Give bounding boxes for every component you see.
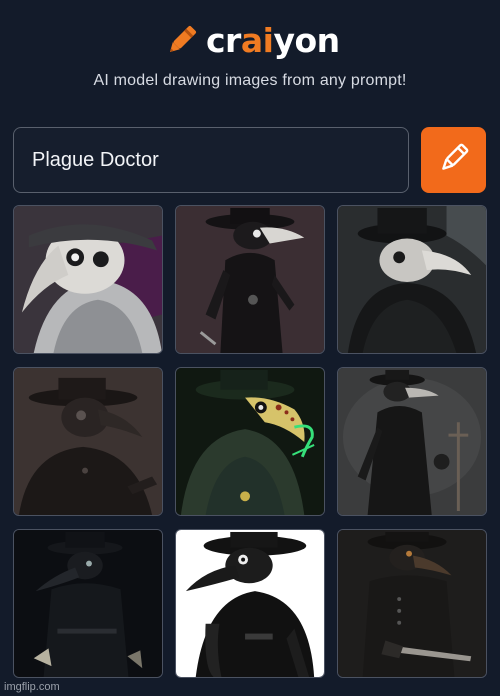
result-image-9[interactable] xyxy=(337,529,487,678)
result-image-2[interactable] xyxy=(175,205,325,354)
tagline: AI model drawing images from any prompt! xyxy=(93,72,407,89)
prompt-field[interactable] xyxy=(13,127,409,193)
result-image-4[interactable] xyxy=(13,367,163,516)
pencil-icon xyxy=(437,141,471,180)
header: craiyon AI model drawing images from any… xyxy=(0,0,500,120)
logo-text: craiyon xyxy=(206,20,340,60)
craiyon-logo[interactable]: craiyon xyxy=(162,18,340,62)
result-image-6[interactable] xyxy=(337,367,487,516)
result-image-1[interactable] xyxy=(13,205,163,354)
watermark: imgflip.com xyxy=(4,681,60,693)
result-image-5[interactable] xyxy=(175,367,325,516)
result-image-7[interactable] xyxy=(13,529,163,678)
prompt-input[interactable] xyxy=(14,128,408,192)
result-image-8[interactable] xyxy=(175,529,325,678)
crayon-icon xyxy=(162,20,202,60)
draw-button[interactable] xyxy=(421,127,486,193)
result-image-3[interactable] xyxy=(337,205,487,354)
results-grid xyxy=(13,205,488,690)
